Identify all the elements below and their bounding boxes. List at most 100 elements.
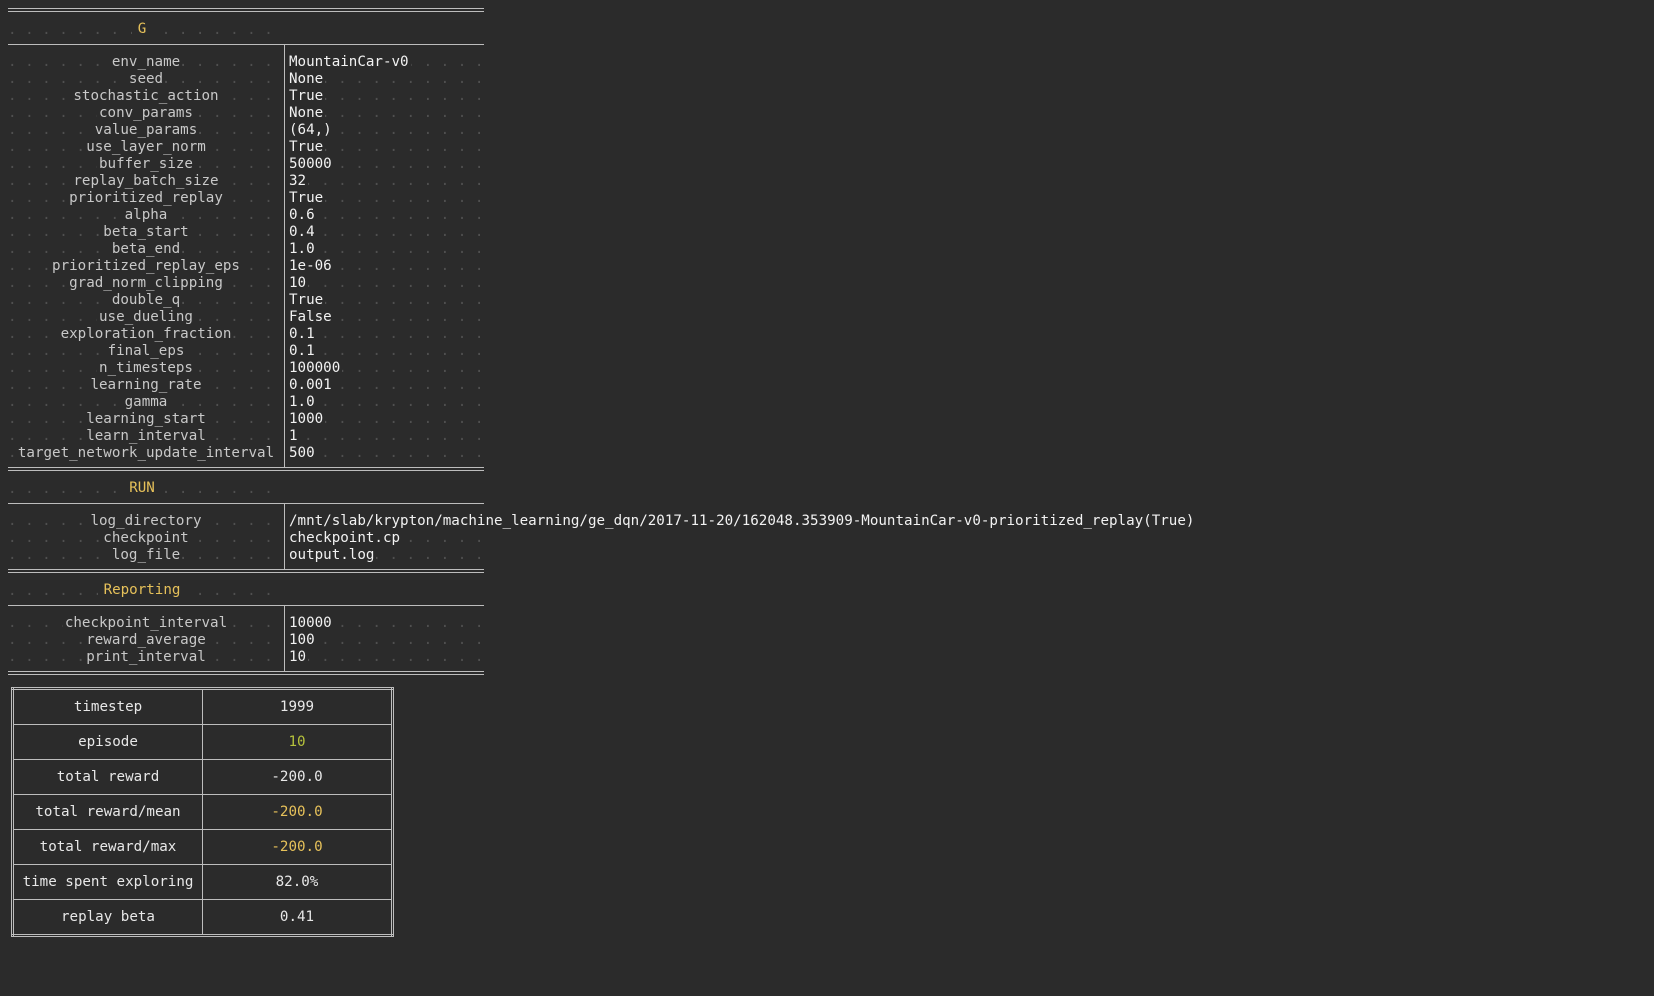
value-filler: . . . . . . . . . . . . . . . . . . . . … <box>304 275 492 291</box>
stat-value: 1999 <box>202 688 393 725</box>
value-filler: . . . . . . . . . . . . . . . . . . . . … <box>304 343 492 359</box>
top-rule <box>8 8 484 12</box>
section-end-rule <box>8 671 484 675</box>
config-row: . . . . . . . . . . . . . . . . . . . . … <box>8 648 492 666</box>
stat-value-text: -200.0 <box>271 769 323 785</box>
config-key: checkpoint_interval <box>8 614 284 632</box>
stats-row: total reward/mean -200.0 <box>12 794 393 830</box>
section-title-text: G <box>131 21 153 37</box>
config-value: MountainCar-v0 <box>289 53 411 71</box>
stat-name-text: time spent exploring <box>22 874 194 890</box>
stat-value-text: -200.0 <box>271 804 323 820</box>
config-row: . . . . . . . . . . . . . . . . . . . . … <box>8 104 492 122</box>
stat-value: -200.0 <box>202 829 393 865</box>
value-filler: . . . . . . . . . . . . . . . . . . . . … <box>304 173 492 189</box>
config-key-text: log_directory <box>88 513 204 529</box>
stat-name: total reward/max <box>12 829 203 865</box>
value-filler: . . . . . . . . . . . . . . . . . . . . … <box>304 326 492 342</box>
config-key: target_network_update_interval <box>8 444 284 462</box>
config-row: . . . . . . . . . . . . . . . . . . . . … <box>8 172 492 190</box>
config-key: final_eps <box>8 342 284 360</box>
config-row: . . . . . . . . . . . . . . . . . . . . … <box>8 444 492 462</box>
config-key: grad_norm_clipping <box>8 274 284 292</box>
stat-value-text: -200.0 <box>271 839 323 855</box>
config-row: . . . . . . . . . . . . . . . . . . . . … <box>8 631 492 649</box>
config-row: . . . . . . . . . . . . . . . . . . . . … <box>8 257 492 275</box>
config-value: 0.1 <box>289 342 317 360</box>
stat-value-text: 0.41 <box>279 909 315 925</box>
config-value: 0.6 <box>289 206 317 224</box>
stats-row: time spent exploring 82.0% <box>12 864 393 900</box>
section-end-rule <box>8 467 484 471</box>
stat-name-text: replay beta <box>61 909 155 925</box>
config-key: n_timesteps <box>8 359 284 377</box>
config-row: . . . . . . . . . . . . . . . . . . . . … <box>8 121 492 139</box>
stat-name-text: timestep <box>73 699 143 715</box>
section-rule <box>8 503 484 504</box>
config-row: . . . . . . . . . . . . . . . . . . . . … <box>8 138 492 156</box>
config-key: stochastic_action <box>8 87 284 105</box>
config-row: . . . . . . . . . . . . . . . . . . . . … <box>8 291 492 309</box>
config-key: checkpoint <box>8 529 284 547</box>
stat-name-text: total reward <box>56 769 160 785</box>
config-value: 1000 <box>289 410 326 428</box>
config-key: beta_start <box>8 223 284 241</box>
config-key: learn_interval <box>8 427 284 445</box>
config-key: alpha <box>8 206 284 224</box>
config-row: . . . . . . . . . . . . . . . . . . . . … <box>8 376 492 394</box>
config-key-text: env_name <box>109 54 183 70</box>
config-key-text: beta_end <box>109 241 183 257</box>
config-value: None <box>289 70 326 88</box>
config-value: 1e-06 <box>289 257 334 275</box>
section-title: Reporting <box>8 581 276 599</box>
stats-row: episode 10 <box>12 724 393 760</box>
config-key: learning_start <box>8 410 284 428</box>
stat-value-text: 82.0% <box>275 874 319 890</box>
config-value: 32 <box>289 172 309 190</box>
config-value: output.log <box>289 546 377 564</box>
config-key: exploration_fraction <box>8 325 284 343</box>
config-value: True <box>289 189 326 207</box>
value-filler: . . . . . . . . . . . . . . . . . . . . … <box>304 88 492 104</box>
stat-value: 0.41 <box>202 899 393 936</box>
config-key-text: use_dueling <box>97 309 195 325</box>
value-filler: . . . . . . . . . . . . . . . . . . . . … <box>304 649 492 665</box>
stat-value: -200.0 <box>202 794 393 830</box>
section-title: RUN <box>8 479 276 497</box>
config-value: checkpoint.cp <box>289 529 403 547</box>
config-row: . . . . . . . . . . . . . . . . . . . . … <box>8 427 492 445</box>
section-title-text: Reporting <box>97 582 187 598</box>
config-key-text: exploration_fraction <box>58 326 234 342</box>
config-row: . . . . . . . . . . . . . . . . . . . . … <box>8 206 492 224</box>
config-value: 10000 <box>289 614 334 632</box>
stat-name: timestep <box>12 688 203 725</box>
config-key: env_name <box>8 53 284 71</box>
column-divider <box>284 45 285 467</box>
config-key-text: conv_params <box>97 105 195 121</box>
config-key: gamma <box>8 393 284 411</box>
config-key: reward_average <box>8 631 284 649</box>
value-filler: . . . . . . . . . . . . . . . . . . . . … <box>304 105 492 121</box>
config-value: False <box>289 308 334 326</box>
stats-row: total reward -200.0 <box>12 759 393 795</box>
config-key-text: final_eps <box>105 343 187 359</box>
value-filler: . . . . . . . . . . . . . . . . . . . . … <box>304 428 492 444</box>
section-rule <box>8 605 484 606</box>
config-value: 1.0 <box>289 240 317 258</box>
config-row: . . . . . . . . . . . . . . . . . . . . … <box>8 393 492 411</box>
config-key-text: buffer_size <box>97 156 195 172</box>
config-value: 500 <box>289 444 317 462</box>
config-value: 0.1 <box>289 325 317 343</box>
stat-value: -200.0 <box>202 759 393 795</box>
config-value: 1 <box>289 427 300 445</box>
stat-value: 82.0% <box>202 864 393 900</box>
section-rule <box>8 44 484 45</box>
config-row: . . . . . . . . . . . . . . . . . . . . … <box>8 359 492 377</box>
config-key: value_params <box>8 121 284 139</box>
config-row: . . . . . . . . . . . . . . . . . . . . … <box>8 325 492 343</box>
config-row: . . . . . . . . . . . . . . . . . . . . … <box>8 342 492 360</box>
config-key: seed <box>8 70 284 88</box>
stat-name: total reward <box>12 759 203 795</box>
config-value: 100 <box>289 631 317 649</box>
config-key-text: stochastic_action <box>71 88 221 104</box>
